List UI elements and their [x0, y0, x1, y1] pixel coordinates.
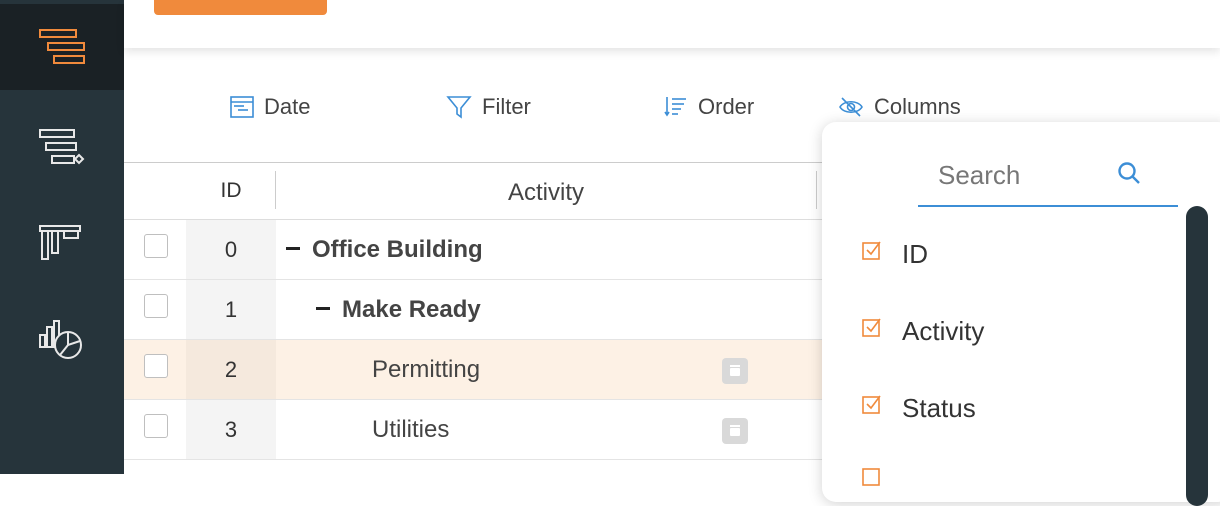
columns-button[interactable]: Columns [838, 92, 961, 122]
activity-table: ID Activity 0 Office Building 1 Make Rea… [124, 162, 824, 460]
column-header-activity[interactable]: Activity [276, 163, 816, 222]
row-id: 2 [186, 340, 276, 399]
row-activity[interactable]: Make Ready [316, 280, 481, 339]
checkbox-checked-icon[interactable] [862, 466, 882, 486]
column-resizer[interactable] [816, 171, 817, 209]
checkbox-checked-icon[interactable] [862, 317, 882, 337]
gantt-icon [39, 29, 85, 64]
columns-dropdown: ID Activity Status [822, 122, 1220, 506]
sidebar [0, 0, 124, 474]
column-search [918, 148, 1178, 207]
activity-name: Make Ready [342, 296, 481, 323]
column-option-status[interactable]: Status [862, 388, 976, 428]
column-option-activity[interactable]: Activity [862, 311, 984, 351]
board-icon [39, 225, 81, 260]
column-option-next[interactable] [862, 460, 902, 500]
top-header [124, 0, 1220, 48]
eye-slash-icon [839, 97, 863, 117]
row-checkbox[interactable] [144, 354, 168, 378]
columns-label: Columns [874, 94, 961, 119]
column-option-label: Status [902, 392, 976, 423]
row-id: 3 [186, 400, 276, 459]
column-option-id[interactable]: ID [862, 234, 928, 274]
filter-icon [446, 96, 472, 119]
table-row[interactable]: 3 Utilities [124, 400, 824, 460]
sidebar-item-reports[interactable] [0, 296, 124, 382]
row-activity[interactable]: Office Building [286, 220, 483, 279]
search-input[interactable] [936, 156, 1120, 194]
checkbox-checked-icon[interactable] [862, 394, 882, 414]
collapse-icon[interactable] [286, 247, 300, 251]
collapse-icon[interactable] [316, 307, 330, 311]
row-activity[interactable]: Utilities [372, 400, 449, 459]
table-row[interactable]: 1 Make Ready [124, 280, 824, 340]
date-button[interactable]: Date [230, 92, 310, 122]
filter-button[interactable]: Filter [446, 92, 531, 122]
row-id: 1 [186, 280, 276, 339]
calendar-icon[interactable] [722, 358, 748, 384]
sort-icon [664, 97, 686, 117]
primary-action-button[interactable] [154, 0, 327, 15]
sidebar-item-board[interactable] [0, 200, 124, 286]
order-label: Order [698, 94, 755, 119]
row-activity[interactable]: Permitting [372, 340, 480, 399]
row-id: 0 [186, 220, 276, 279]
calendar-icon[interactable] [722, 418, 748, 444]
filter-label: Filter [482, 94, 531, 119]
panel-scrollbar[interactable] [1186, 206, 1208, 506]
row-checkbox[interactable] [144, 294, 168, 318]
table-row[interactable]: 2 Permitting [124, 340, 824, 400]
order-button[interactable]: Order [664, 92, 754, 122]
chart-icon [39, 320, 82, 359]
sidebar-item-gantt-milestones[interactable] [0, 104, 124, 190]
column-header-id[interactable]: ID [186, 163, 276, 219]
table-header: ID Activity [124, 163, 824, 220]
sidebar-item-gantt[interactable] [0, 4, 124, 90]
activity-name: Office Building [312, 236, 483, 263]
column-option-label: Activity [902, 315, 985, 346]
column-option-label: ID [902, 238, 928, 269]
date-label: Date [264, 94, 311, 119]
checkbox-checked-icon[interactable] [862, 240, 882, 260]
table-row[interactable]: 0 Office Building [124, 220, 824, 280]
search-icon[interactable] [1116, 160, 1142, 186]
row-checkbox[interactable] [144, 414, 168, 438]
row-checkbox[interactable] [144, 234, 168, 258]
calendar-icon [230, 96, 254, 118]
gantt-diamond-icon [39, 129, 85, 165]
